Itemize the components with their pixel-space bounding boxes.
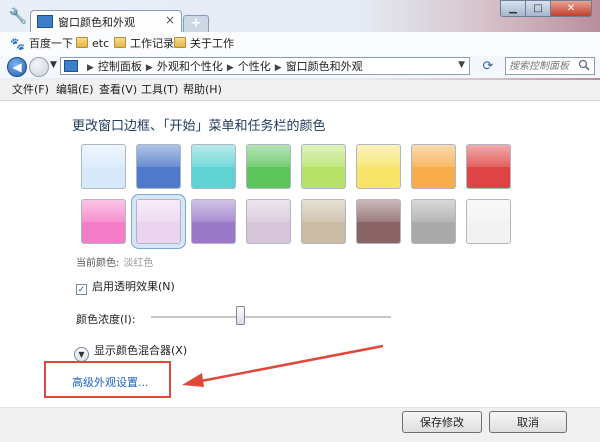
breadcrumb-personalization[interactable]: 个性化 [238, 60, 271, 73]
color-mixer-label: 显示颜色混合器(X) [94, 344, 188, 357]
cancel-button[interactable]: 取消 [489, 411, 567, 433]
color-swatch-pumpkin-yellow[interactable] [356, 144, 401, 189]
show-color-mixer[interactable]: ▼ 显示颜色混合器(X) [74, 343, 187, 362]
bookmark-label: 工作记录 [130, 37, 174, 50]
tab-strip: 🔧 窗口颜色和外观 × + ▁ □ ✕ [0, 0, 600, 33]
color-swatch-sky[interactable] [81, 144, 126, 189]
chevron-down-icon[interactable]: ▼ [74, 347, 89, 362]
chevron-right-icon[interactable]: ▶ [227, 63, 234, 73]
page-title: 更改窗口边框、「开始」菜单和任务栏的颜色 [72, 119, 326, 134]
folder-icon [76, 37, 88, 48]
address-dropdown-icon[interactable]: ▼ [458, 60, 465, 70]
color-swatch-leaf[interactable] [246, 144, 291, 189]
color-swatch-frost[interactable] [466, 199, 511, 244]
main-content: 更改窗口边框、「开始」菜单和任务栏的颜色 当前颜色: 淡红色 ✓ 启用透明效果(N)… [0, 101, 600, 407]
search-input[interactable] [509, 59, 575, 73]
chevron-right-icon[interactable]: ▶ [146, 63, 153, 73]
transparency-option[interactable]: ✓ 启用透明效果(N) [76, 278, 175, 295]
menu-file[interactable]: 文件(F) [12, 83, 49, 97]
current-color-value: 淡红色 [123, 258, 154, 269]
history-dropdown-icon[interactable]: ▼ [50, 60, 57, 70]
transparency-checkbox[interactable]: ✓ [76, 284, 87, 295]
maximize-button[interactable]: □ [525, 0, 551, 17]
color-intensity-slider-thumb[interactable] [236, 306, 245, 325]
bookmark-about-work[interactable]: 关于工作 [174, 36, 234, 52]
menu-help[interactable]: 帮助(H) [183, 83, 222, 97]
color-swatch-ruby[interactable] [466, 144, 511, 189]
bookmark-etc[interactable]: etc [76, 36, 109, 52]
color-swatch-lavender[interactable] [246, 199, 291, 244]
menu-bar: 文件(F) 编辑(E) 查看(V) 工具(T) 帮助(H) [0, 80, 600, 101]
chevron-right-icon[interactable]: ▶ [275, 63, 282, 73]
control-panel-icon [37, 15, 53, 28]
bookmark-label: etc [92, 37, 110, 50]
bookmark-baidu[interactable]: 🐾 百度一下 [10, 36, 73, 52]
breadcrumb-appearance[interactable]: 外观和个性化 [157, 60, 223, 73]
close-tab-icon[interactable]: × [165, 13, 175, 27]
annotation-highlight-box [44, 361, 171, 398]
breadcrumb-window-color[interactable]: 窗口颜色和外观 [286, 60, 363, 73]
bookmarks-bar: 🐾 百度一下 etc 工作记录 关于工作 [0, 32, 600, 57]
bookmark-work-log[interactable]: 工作记录 [114, 36, 174, 52]
bookmark-label: 关于工作 [190, 37, 234, 50]
breadcrumb: ▶ 控制面板 ▶ 外观和个性化 ▶ 个性化 ▶ 窗口颜色和外观 [83, 59, 363, 76]
refresh-icon[interactable]: ⟳ [478, 58, 498, 76]
menu-edit[interactable]: 编辑(E) [56, 83, 94, 97]
folder-icon [174, 37, 186, 48]
color-intensity-slider[interactable] [151, 316, 391, 319]
breadcrumb-control-panel[interactable]: 控制面板 [98, 60, 142, 73]
bookmark-label: 百度一下 [28, 37, 73, 50]
transparency-label: 启用透明效果(N) [92, 280, 175, 293]
color-swatch-lime[interactable] [301, 144, 346, 189]
color-swatch-fuchsia[interactable] [81, 199, 126, 244]
color-swatch-grid [81, 144, 521, 256]
close-window-button[interactable]: ✕ [550, 0, 592, 17]
menu-tools[interactable]: 工具(T) [141, 83, 178, 97]
folder-icon [114, 37, 126, 48]
forward-button[interactable] [29, 57, 49, 77]
color-swatch-violet[interactable] [191, 199, 236, 244]
color-swatch-pumpkin[interactable] [411, 144, 456, 189]
paw-icon: 🐾 [10, 37, 25, 51]
color-intensity-label: 颜色浓度(I): [76, 313, 136, 326]
current-color-label: 当前颜色: [76, 258, 120, 269]
tab-title: 窗口颜色和外观 [58, 16, 135, 29]
back-button[interactable]: ◀ [7, 57, 27, 77]
menu-view[interactable]: 查看(V) [99, 83, 137, 97]
chevron-right-icon: ▶ [87, 63, 94, 73]
new-tab-button[interactable]: + [183, 15, 209, 33]
color-swatch-taupe[interactable] [301, 199, 346, 244]
control-panel-window: 🔧 窗口颜色和外观 × + ▁ □ ✕ 🐾 百度一下 etc 工作记录 关于工作 … [0, 0, 600, 442]
color-swatch-chocolate[interactable] [356, 199, 401, 244]
color-swatch-blush[interactable] [136, 199, 181, 244]
navigation-bar: ◀ ▼ ▶ 控制面板 ▶ 外观和个性化 ▶ 个性化 ▶ 窗口颜色和外观 ▼ ⟳ [0, 56, 600, 78]
color-swatch-slate[interactable] [411, 199, 456, 244]
control-panel-icon [64, 60, 78, 72]
search-icon[interactable] [578, 59, 590, 71]
color-swatch-sea[interactable] [191, 144, 236, 189]
annotation-arrow [182, 344, 384, 387]
color-swatch-twilight[interactable] [136, 144, 181, 189]
current-color: 当前颜色: 淡红色 [76, 254, 153, 269]
save-changes-button[interactable]: 保存修改 [402, 411, 482, 433]
address-bar[interactable]: ▶ 控制面板 ▶ 外观和个性化 ▶ 个性化 ▶ 窗口颜色和外观 ▼ [60, 57, 470, 75]
window-controls: ▁ □ ✕ [500, 0, 592, 18]
search-box[interactable] [505, 57, 595, 75]
footer-bar: 保存修改 取消 [0, 407, 600, 442]
wrench-icon[interactable]: 🔧 [8, 6, 28, 26]
minimize-button[interactable]: ▁ [500, 0, 526, 17]
tab-window-color[interactable]: 窗口颜色和外观 × [30, 10, 182, 33]
